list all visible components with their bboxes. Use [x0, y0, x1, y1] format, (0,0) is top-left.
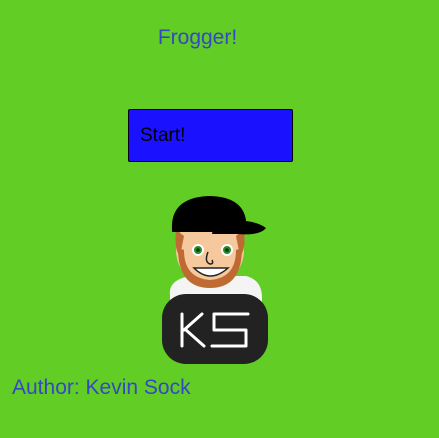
game-canvas: Frogger! Start! Author: Kevin Sock [0, 0, 439, 438]
author-avatar-icon [162, 196, 268, 364]
start-button[interactable]: Start! [128, 109, 293, 162]
left-pupil [196, 248, 200, 252]
cap-brim [212, 220, 266, 235]
game-title: Frogger! [157, 26, 238, 49]
author-credit: Author: Kevin Sock [12, 376, 191, 399]
right-pupil [225, 248, 229, 252]
